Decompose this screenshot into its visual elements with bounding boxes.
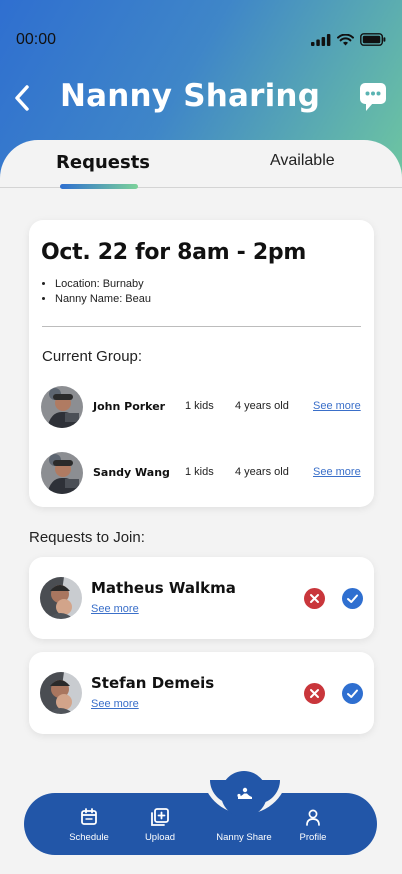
requests-to-join-label: Requests to Join:	[29, 529, 145, 546]
see-more-link[interactable]: See more	[313, 466, 361, 478]
booking-nanny-name: Nanny Name: Beau	[55, 292, 151, 307]
avatar	[41, 386, 83, 428]
divider	[42, 326, 361, 327]
avatar	[40, 577, 82, 619]
check-icon	[347, 689, 358, 698]
close-icon	[310, 594, 319, 603]
add-image-icon	[151, 808, 169, 826]
nav-item-upload[interactable]: Upload	[130, 808, 190, 848]
avatar	[40, 672, 82, 714]
member-kids: 1 kids	[185, 400, 214, 412]
status-icons	[311, 33, 386, 46]
member-name: Sandy Wang	[93, 466, 170, 479]
chat-bubble-icon[interactable]	[359, 82, 387, 112]
member-name: John Porker	[93, 400, 166, 413]
requester-name: Matheus Walkma	[91, 579, 236, 597]
nanny-share-button[interactable]	[221, 771, 267, 817]
group-member-row: Sandy Wang 1 kids 4 years old See more	[41, 452, 363, 496]
profile-icon	[306, 809, 320, 826]
tab-bar: Requests Available	[0, 140, 402, 189]
nanny-share-icon	[237, 787, 252, 799]
signal-icon	[311, 33, 331, 46]
nav-item-profile[interactable]: Profile	[283, 808, 343, 848]
member-kids: 1 kids	[185, 466, 214, 478]
main-content: Requests Available Oct. 22 for 8am - 2pm…	[0, 140, 402, 874]
status-time: 00:00	[16, 31, 57, 48]
decline-button[interactable]	[304, 588, 325, 609]
battery-icon	[360, 33, 386, 46]
back-arrow-icon[interactable]	[12, 84, 34, 112]
nav-item-schedule[interactable]: Schedule	[59, 808, 119, 848]
join-request-card: Stefan Demeis See more	[29, 652, 374, 734]
close-icon	[310, 689, 319, 698]
join-request-card: Matheus Walkma See more	[29, 557, 374, 639]
wifi-icon	[337, 33, 354, 45]
accept-button[interactable]	[342, 588, 363, 609]
see-more-link[interactable]: See more	[91, 698, 139, 710]
booking-card: Oct. 22 for 8am - 2pm Location: Burnaby …	[29, 220, 374, 507]
nav-label-nanny-share[interactable]: Nanny Share	[204, 832, 284, 843]
current-group-label: Current Group:	[42, 348, 143, 365]
group-member-row: John Porker 1 kids 4 years old See more	[41, 386, 363, 430]
decline-button[interactable]	[304, 683, 325, 704]
check-icon	[347, 594, 358, 603]
nav-label-profile: Profile	[299, 832, 327, 843]
see-more-link[interactable]: See more	[91, 603, 139, 615]
tab-available[interactable]: Available	[270, 152, 335, 170]
member-age: 4 years old	[235, 400, 289, 412]
nav-label-schedule: Schedule	[69, 832, 109, 843]
accept-button[interactable]	[342, 683, 363, 704]
status-bar: 00:00	[0, 0, 402, 80]
booking-title: Oct. 22 for 8am - 2pm	[41, 240, 306, 265]
active-tab-indicator	[60, 184, 138, 189]
nav-label-upload: Upload	[144, 832, 176, 843]
page-title: Nanny Sharing	[60, 78, 321, 114]
requester-name: Stefan Demeis	[91, 674, 215, 692]
booking-location: Location: Burnaby	[55, 277, 151, 292]
tab-requests[interactable]: Requests	[56, 152, 150, 173]
see-more-link[interactable]: See more	[313, 400, 361, 412]
avatar	[41, 452, 83, 494]
calendar-icon	[81, 808, 97, 825]
member-age: 4 years old	[235, 466, 289, 478]
booking-details: Location: Burnaby Nanny Name: Beau	[55, 277, 151, 307]
